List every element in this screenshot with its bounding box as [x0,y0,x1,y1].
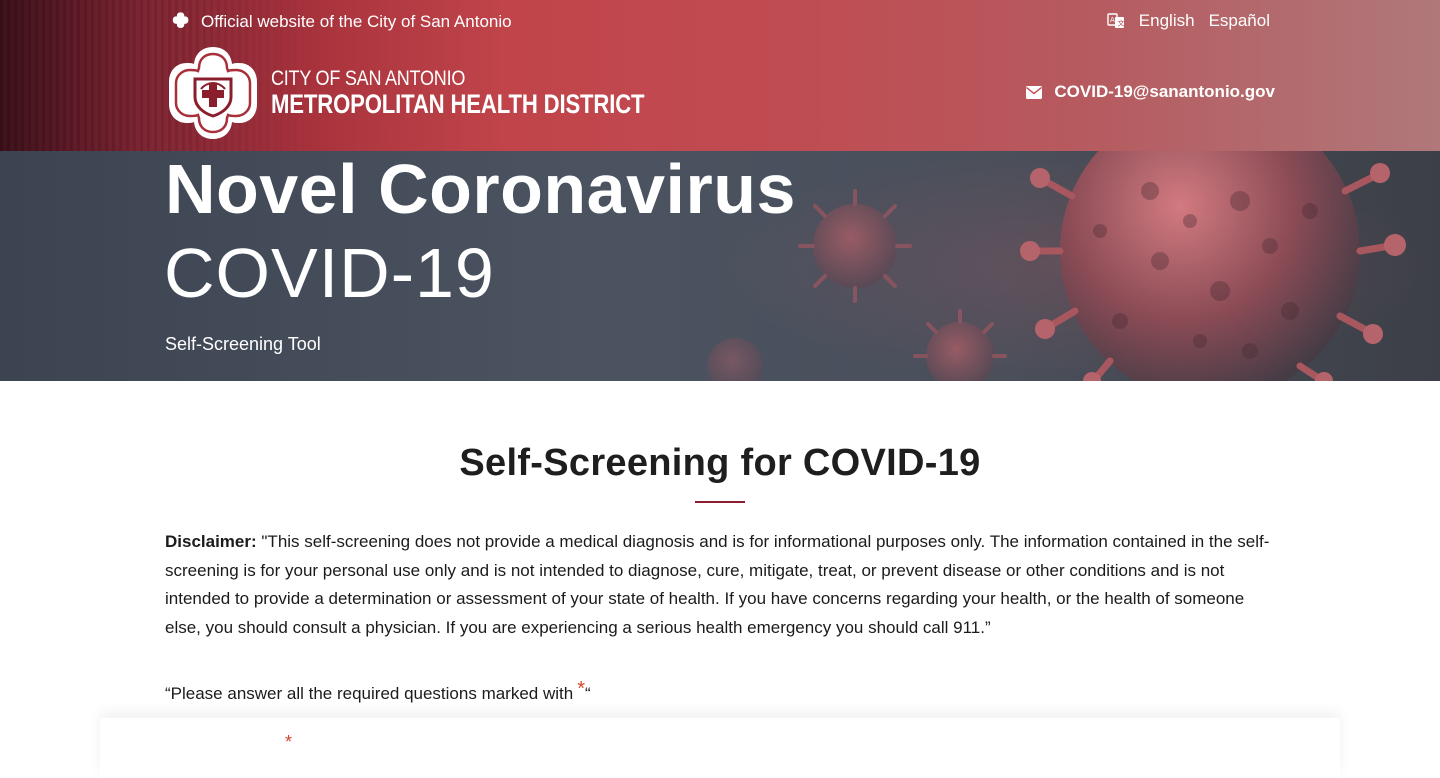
screening-form-card: * [100,718,1340,778]
hero-title: Novel Coronavirus [165,151,796,228]
contact-email: COVID-19@sanantonio.gov [1026,82,1275,102]
language-english-link[interactable]: English [1139,11,1195,31]
form-required-asterisk: * [285,732,293,752]
language-espanol-link[interactable]: Español [1209,11,1270,31]
disclaimer-paragraph: Disclaimer: "This self-screening does no… [165,528,1275,642]
heading-divider [695,501,745,503]
hero-banner: Novel Coronavirus COVID-19 Self-Screenin… [0,151,1440,381]
hero-tool-label: Self-Screening Tool [165,334,321,354]
svg-text:文: 文 [1117,19,1124,28]
disclaimer-text: "This self-screening does not provide a … [165,532,1270,637]
required-questions-note: “Please answer all the required question… [165,678,591,704]
metro-health-seal-icon [165,45,261,141]
envelope-icon [1026,85,1043,99]
disclaimer-label: Disclaimer: [165,532,257,551]
hero-subtitle: COVID-19 [164,234,495,312]
official-website-banner: Official website of the City of San Anto… [170,11,512,33]
translate-icon: A 文 [1107,12,1125,30]
required-note-text: “Please answer all the required question… [165,684,574,703]
logo-city-text: CITY OF SAN ANTONIO [271,67,466,90]
language-switcher: A 文 English Español [1107,11,1270,31]
svg-text:A: A [1110,16,1115,24]
site-header: Official website of the City of San Anto… [0,0,1440,151]
logo-wordmark: CITY OF SAN ANTONIO METROPOLITAN HEALTH … [271,68,726,118]
metro-health-logo[interactable]: CITY OF SAN ANTONIO METROPOLITAN HEALTH … [165,45,726,141]
contact-email-link[interactable]: COVID-19@sanantonio.gov [1054,82,1275,102]
page-heading: Self-Screening for COVID-19 [459,442,981,484]
city-flower-icon [170,11,192,33]
required-note-close-quote: “ [585,684,591,703]
official-website-text: Official website of the City of San Anto… [201,12,512,31]
logo-district-text: METROPOLITAN HEALTH DISTRICT [271,89,645,119]
required-asterisk: * [577,678,586,700]
